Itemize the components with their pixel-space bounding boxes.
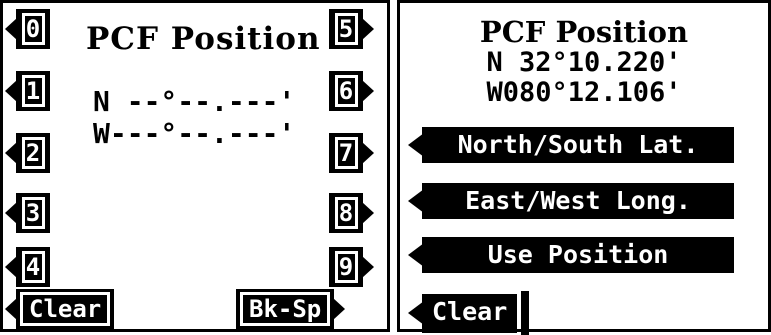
key-8-button[interactable]: 8 xyxy=(329,193,374,233)
key-9-button[interactable]: 9 xyxy=(329,247,374,287)
key-label: 2 xyxy=(21,137,45,169)
key-0-button[interactable]: 0 xyxy=(5,9,50,49)
clear-button[interactable]: Clear xyxy=(5,289,115,329)
key-1-button[interactable]: 1 xyxy=(5,71,50,111)
option-label: Clear xyxy=(422,293,518,333)
key-label: 0 xyxy=(21,13,45,45)
north-latitude-entry[interactable]: N --°--.---' xyxy=(93,85,295,118)
key-label: 3 xyxy=(21,197,45,229)
page-title: PCF Position xyxy=(86,21,321,57)
backspace-label: Bk-Sp xyxy=(240,292,331,326)
key-label: 8 xyxy=(334,197,358,229)
latitude-value: N 32°10.220' xyxy=(486,47,682,78)
page-title: PCF Position xyxy=(479,15,689,49)
key-label: 4 xyxy=(21,251,45,283)
right-arrow-icon xyxy=(362,18,374,40)
clear-label: Clear xyxy=(20,292,111,326)
right-arrow-icon xyxy=(333,298,346,320)
option-end-marker xyxy=(521,291,530,335)
right-arrow-icon xyxy=(362,202,374,224)
key-2-button[interactable]: 2 xyxy=(5,133,50,173)
key-label: 1 xyxy=(21,75,45,107)
clear-option[interactable]: Clear xyxy=(408,291,530,335)
option-label: East/West Long. xyxy=(422,183,734,219)
right-arrow-icon xyxy=(362,80,374,102)
right-arrow-icon xyxy=(362,142,374,164)
key-label: 5 xyxy=(334,13,358,45)
key-label: 9 xyxy=(334,251,358,283)
key-label: 7 xyxy=(334,137,358,169)
longitude-value: W080°12.106' xyxy=(486,77,682,108)
position-menu-panel: PCF Position N 32°10.220' W080°12.106' N… xyxy=(397,0,771,335)
east-west-long-option[interactable]: East/West Long. xyxy=(408,183,734,219)
west-longitude-entry[interactable]: W---°--.---' xyxy=(93,117,295,150)
backspace-button[interactable]: Bk-Sp xyxy=(236,289,346,329)
key-3-button[interactable]: 3 xyxy=(5,193,50,233)
use-position-option[interactable]: Use Position xyxy=(408,237,734,273)
key-6-button[interactable]: 6 xyxy=(329,71,374,111)
option-label: Use Position xyxy=(422,237,734,273)
option-label: North/South Lat. xyxy=(422,127,734,163)
north-south-lat-option[interactable]: North/South Lat. xyxy=(408,127,734,163)
key-label: 6 xyxy=(334,75,358,107)
key-7-button[interactable]: 7 xyxy=(329,133,374,173)
key-5-button[interactable]: 5 xyxy=(329,9,374,49)
key-4-button[interactable]: 4 xyxy=(5,247,50,287)
entry-keypad-panel: PCF Position N --°--.---' W---°--.---' 0… xyxy=(0,0,390,332)
right-arrow-icon xyxy=(362,256,374,278)
